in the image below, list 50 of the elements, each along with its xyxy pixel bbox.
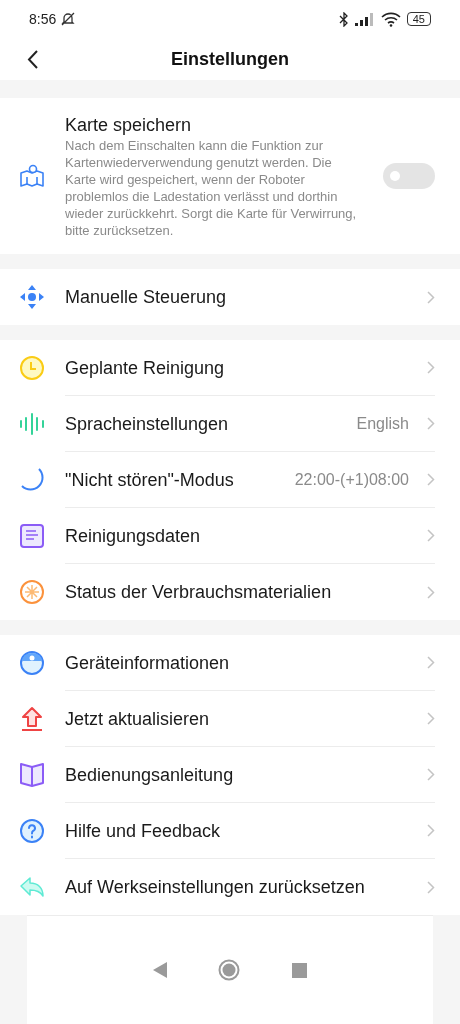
help-icon — [19, 818, 45, 844]
book-icon — [19, 762, 45, 788]
nav-back-icon[interactable] — [152, 962, 167, 978]
wifi-icon — [380, 11, 401, 27]
nav-recents-icon[interactable] — [292, 962, 308, 978]
direction-pad-icon — [19, 284, 45, 310]
back-icon — [26, 49, 38, 69]
chevron-right-icon — [427, 824, 435, 837]
row-label: Status der Verbrauchsmaterialien — [65, 581, 333, 604]
undo-arrow-icon — [19, 874, 45, 900]
brush-icon — [19, 579, 45, 605]
setting-title: Karte speichern — [65, 114, 193, 137]
chevron-right-icon — [427, 880, 435, 894]
row-label: Spracheinstellungen — [65, 412, 230, 436]
chevron-right-icon — [427, 712, 435, 725]
chevron-right-icon — [427, 768, 435, 781]
row-label: Geräteinformationen — [65, 651, 231, 675]
robot-vacuum-icon — [19, 650, 45, 676]
row-value: 22:00-(+1)08:00 — [294, 469, 409, 490]
chevron-right-icon — [427, 417, 435, 430]
row-label: "Nicht stören"-Modus — [65, 468, 235, 492]
status-time: 8:56 — [29, 9, 57, 29]
battery-indicator: 45 — [406, 12, 431, 26]
upgrade-icon — [19, 706, 45, 732]
row-label: Bedienungsanleitung — [65, 763, 235, 787]
clock-icon — [19, 355, 45, 381]
sound-wave-icon — [19, 411, 45, 437]
chevron-right-icon — [427, 473, 435, 486]
setting-description: Nach dem Einschalten kann die Funktion zur Kartenwiederverwendung genutzt werden. Die Karte wird gespeichert, wenn der Roboter problemlos die Ladestation verlässt und dorthin wieder zurückkehrt. Sorgt die Karte für Verwirrung, bitte zurücksetzen. — [65, 137, 358, 239]
row-label: Jetzt aktualisieren — [65, 707, 211, 731]
page-title: Einstellungen — [171, 47, 289, 71]
chevron-right-icon — [427, 656, 435, 669]
muted-bell-icon — [60, 11, 77, 27]
chevron-right-icon — [427, 585, 435, 599]
moon-icon — [19, 467, 45, 493]
signal-icon — [354, 12, 375, 26]
row-label: Geplante Reinigung — [65, 356, 226, 380]
row-value: English — [356, 413, 409, 434]
toggle-switch[interactable] — [383, 163, 435, 189]
row-label: Auf Werkseinstellungen zurücksetzen — [65, 876, 366, 899]
chevron-right-icon — [427, 529, 435, 542]
map-pin-icon — [19, 163, 45, 189]
row-label: Reinigungsdaten — [65, 524, 202, 548]
row-label: Manuelle Steuerung — [65, 286, 228, 309]
document-icon — [19, 523, 45, 549]
chevron-right-icon — [427, 290, 435, 304]
chevron-right-icon — [427, 361, 435, 374]
bluetooth-icon — [338, 11, 349, 27]
nav-home-icon[interactable] — [218, 959, 241, 981]
row-label: Hilfe und Feedback — [65, 819, 222, 843]
